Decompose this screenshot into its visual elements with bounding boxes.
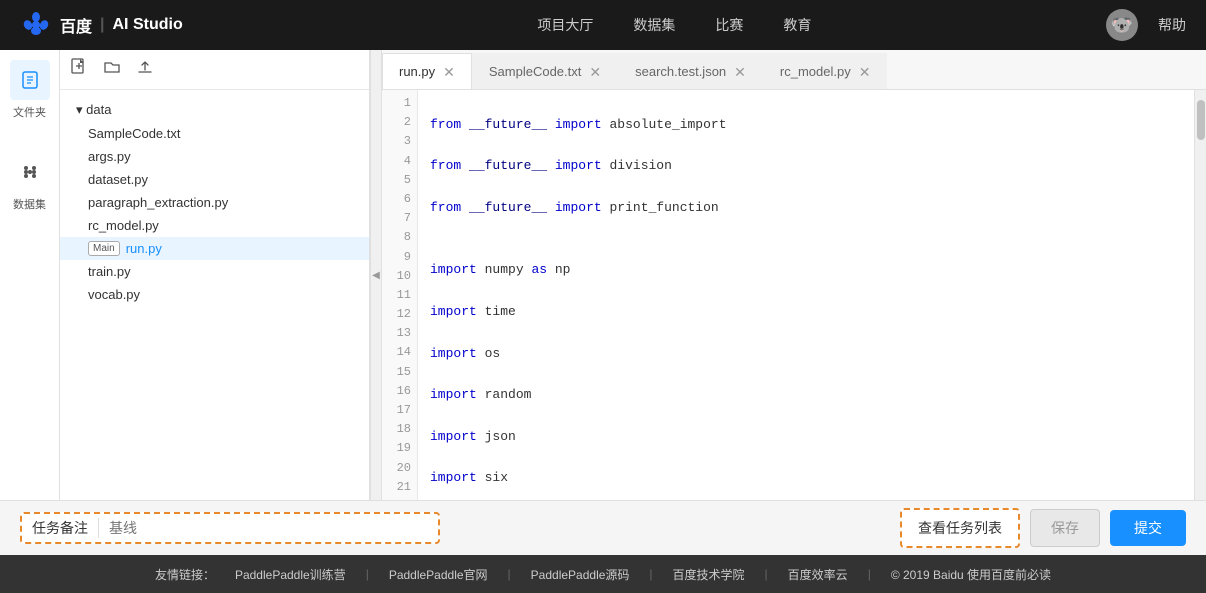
action-right: 查看任务列表 保存 提交 <box>900 508 1186 548</box>
new-file-icon[interactable] <box>70 58 88 81</box>
code-editor[interactable]: 1234 5678 9101112 13141516 17181920 2122… <box>382 90 1206 500</box>
task-note-group: 任务备注 <box>20 512 440 544</box>
nav-competition[interactable]: 比赛 <box>715 15 743 35</box>
file-dataset[interactable]: dataset.py <box>60 168 369 191</box>
navbar-right: 🐨 帮助 <box>1106 9 1186 41</box>
action-bar: 任务备注 查看任务列表 保存 提交 <box>0 500 1206 555</box>
footer: 友情链接： PaddlePaddle训练营 | PaddlePaddle官网 |… <box>0 555 1206 593</box>
footer-baiduefficiency[interactable]: 百度效率云 <box>788 566 848 583</box>
nav-project-hall[interactable]: 项目大厅 <box>537 15 593 35</box>
file-rcmodel[interactable]: rc_model.py <box>60 214 369 237</box>
nav-dataset[interactable]: 数据集 <box>633 15 675 35</box>
main-content: 文件夹 数据集 <box>0 50 1206 500</box>
file-tree: ▾ data SampleCode.txt args.py dataset.py… <box>60 90 369 500</box>
footer-paddlecamp[interactable]: PaddlePaddle训练营 <box>235 566 346 583</box>
tab-rcmodel[interactable]: rc_model.py ✕ <box>763 53 888 89</box>
product-name: AI Studio <box>113 16 183 34</box>
logo-area: 百度 | AI Studio <box>20 9 183 41</box>
tab-samplecode[interactable]: SampleCode.txt ✕ <box>472 53 618 89</box>
navbar: 百度 | AI Studio 项目大厅 数据集 比赛 教育 🐨 帮助 <box>0 0 1206 50</box>
main-nav: 项目大厅 数据集 比赛 教育 <box>243 15 1106 35</box>
close-tab-run[interactable]: ✕ <box>443 65 455 79</box>
file-args[interactable]: args.py <box>60 145 369 168</box>
baseline-input[interactable] <box>109 520 428 536</box>
main-badge: Main <box>88 241 120 256</box>
input-divider <box>98 518 99 538</box>
task-note-label: 任务备注 <box>32 518 88 538</box>
sidebar-file-label: 文件夹 <box>13 104 46 120</box>
save-button[interactable]: 保存 <box>1030 509 1100 547</box>
sidebar-dataset-btn[interactable] <box>10 152 50 192</box>
sidebar-file-btn[interactable] <box>10 60 50 100</box>
file-vocab[interactable]: vocab.py <box>60 283 369 306</box>
file-panel: ▾ data SampleCode.txt args.py dataset.py… <box>60 50 370 500</box>
close-tab-search[interactable]: ✕ <box>734 65 746 79</box>
help-link[interactable]: 帮助 <box>1158 15 1186 35</box>
baidu-icon <box>20 9 52 41</box>
footer-copyright: © 2019 Baidu 使用百度前必读 <box>891 566 1051 583</box>
new-folder-icon[interactable] <box>103 58 121 81</box>
file-run[interactable]: Main run.py <box>60 237 369 260</box>
editor-area: run.py ✕ SampleCode.txt ✕ search.test.js… <box>382 50 1206 500</box>
scrollbar-track[interactable] <box>1194 90 1206 500</box>
sidebar: 文件夹 数据集 <box>0 50 60 500</box>
panel-collapse-handle[interactable]: ◀ <box>370 50 382 500</box>
file-paragraph[interactable]: paragraph_extraction.py <box>60 191 369 214</box>
file-samplecode[interactable]: SampleCode.txt <box>60 122 369 145</box>
footer-prefix: 友情链接： <box>155 566 215 583</box>
scrollbar-thumb[interactable] <box>1197 100 1205 140</box>
submit-button[interactable]: 提交 <box>1110 510 1186 546</box>
footer-paddlesource[interactable]: PaddlePaddle源码 <box>531 566 630 583</box>
footer-baidutechacademy[interactable]: 百度技术学院 <box>673 566 745 583</box>
folder-data[interactable]: ▾ data <box>60 98 369 122</box>
sidebar-dataset-label: 数据集 <box>13 196 46 212</box>
file-toolbar <box>60 50 369 90</box>
tab-bar: run.py ✕ SampleCode.txt ✕ search.test.js… <box>382 50 1206 90</box>
tab-search-test[interactable]: search.test.json ✕ <box>618 53 763 89</box>
upload-icon[interactable] <box>136 58 154 81</box>
close-tab-samplecode[interactable]: ✕ <box>589 65 601 79</box>
avatar[interactable]: 🐨 <box>1106 9 1138 41</box>
close-tab-rcmodel[interactable]: ✕ <box>859 65 871 79</box>
view-tasks-button[interactable]: 查看任务列表 <box>900 508 1020 548</box>
brand-name: 百度 <box>60 13 92 37</box>
file-train[interactable]: train.py <box>60 260 369 283</box>
footer-paddleofficial[interactable]: PaddlePaddle官网 <box>389 566 488 583</box>
code-text: from __future__ import absolute_import f… <box>418 90 1194 500</box>
line-numbers: 1234 5678 9101112 13141516 17181920 2122… <box>382 90 418 500</box>
tab-run-py[interactable]: run.py ✕ <box>382 53 472 89</box>
brand-text: 百度 | AI Studio <box>60 13 183 37</box>
nav-education[interactable]: 教育 <box>783 15 811 35</box>
